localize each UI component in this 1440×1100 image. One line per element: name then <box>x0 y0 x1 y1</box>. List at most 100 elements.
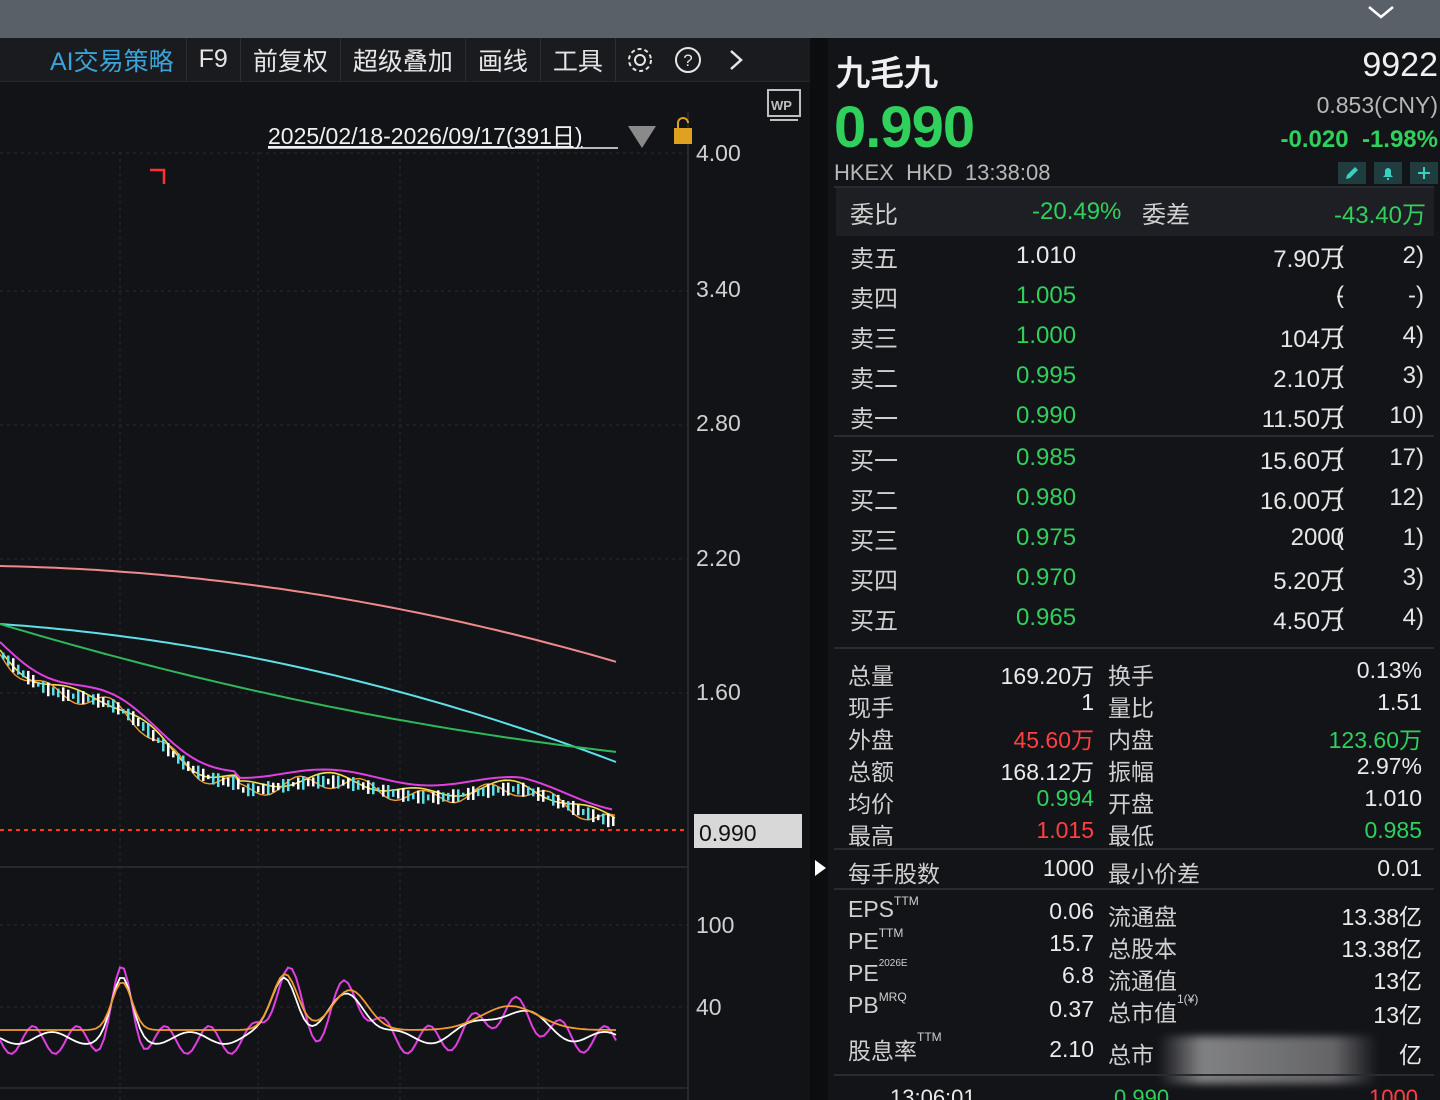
candle <box>212 772 215 785</box>
collapse-arrow-icon[interactable] <box>815 860 826 876</box>
candle <box>52 687 55 696</box>
level-volume: 5.20万 <box>1273 567 1344 595</box>
alert-button[interactable] <box>1374 162 1402 184</box>
current-price-tag: 0.990 <box>699 820 757 846</box>
chevron-down-icon[interactable] <box>1366 2 1396 22</box>
level-price: 0.990 <box>1016 402 1077 429</box>
candle <box>77 690 80 704</box>
price-axis-label: 4.00 <box>696 140 741 166</box>
candle <box>412 793 415 800</box>
range-dropdown-icon[interactable] <box>628 126 656 148</box>
toolbar-next-button[interactable] <box>712 38 760 82</box>
corner-marker <box>150 168 166 184</box>
candle <box>307 778 310 787</box>
bid-row[interactable]: 买五 0.965 4.50万(4) <box>836 598 1434 638</box>
candle <box>527 786 530 796</box>
candle <box>17 664 20 675</box>
candle <box>517 783 520 795</box>
ask-row[interactable]: 卖四 1.005-(-) <box>836 276 1434 316</box>
inner-label: 内盘 <box>1108 727 1154 753</box>
candle <box>207 774 210 780</box>
candle <box>447 792 450 801</box>
chart-toolbar: AI交易策略 F9 前复权 超级叠加 画线 工具 ? <box>0 37 810 82</box>
candle <box>437 790 440 805</box>
draw-button[interactable]: 画线 <box>466 37 541 82</box>
level-paren: ( <box>1336 322 1344 349</box>
ask-row[interactable]: 卖三 1.000 104万(4) <box>836 316 1434 356</box>
tools-button[interactable]: 工具 <box>541 37 616 82</box>
level-paren: ( <box>1336 604 1344 631</box>
candle <box>542 789 545 802</box>
open-label: 开盘 <box>1108 791 1154 817</box>
candle <box>322 776 325 787</box>
help-button[interactable]: ? <box>664 38 712 82</box>
panel-divider <box>810 38 828 1100</box>
turnover: 0.13% <box>1356 657 1422 683</box>
edit-button[interactable] <box>1338 162 1366 184</box>
low-price: 0.985 <box>1364 817 1422 843</box>
candle <box>162 738 165 752</box>
candle <box>357 780 360 790</box>
ask-row[interactable]: 卖二 0.995 2.10万(3) <box>836 356 1434 396</box>
lot-label: 每手股数 <box>848 861 940 887</box>
indicator-axis-label: 40 <box>696 994 722 1020</box>
price-axis-label: 2.80 <box>696 410 741 436</box>
candle <box>407 790 410 802</box>
bid-row[interactable]: 买二 0.980 16.00万(12) <box>836 478 1434 518</box>
add-watch-button[interactable] <box>1410 162 1438 184</box>
candle <box>197 765 200 780</box>
level-paren: ( <box>1336 282 1344 309</box>
candle <box>432 792 435 803</box>
exchange-line: HKEX HKD 13:38:08 <box>834 160 1050 186</box>
candle <box>427 794 430 801</box>
settings-button[interactable] <box>616 38 664 82</box>
outer-label: 外盘 <box>848 727 894 753</box>
tick-size-label: 最小价差 <box>1108 861 1200 887</box>
pb: 0.37 <box>1049 996 1094 1022</box>
ai-strategy-button[interactable]: AI交易策略 <box>0 37 187 82</box>
candle <box>237 778 240 790</box>
level-volume: 104万 <box>1279 325 1344 353</box>
current-hand: 1 <box>1081 689 1094 715</box>
candle <box>92 694 95 705</box>
total-volume: 169.20万 <box>1000 663 1094 689</box>
gear-icon <box>627 47 652 72</box>
bid-row[interactable]: 买一 0.985 15.60万(17) <box>836 438 1434 478</box>
wp-badge: WP <box>771 98 792 113</box>
candle <box>367 780 370 794</box>
candle <box>87 695 90 702</box>
level-label: 买五 <box>850 607 898 635</box>
ask-row[interactable]: 卖一 0.990 11.50万(10) <box>836 396 1434 436</box>
candle <box>397 789 400 799</box>
bid-row[interactable]: 买四 0.970 5.20万(3) <box>836 558 1434 598</box>
candle <box>7 655 10 666</box>
candle <box>117 702 120 715</box>
level-volume: 15.60万 <box>1259 447 1344 475</box>
candle <box>227 777 230 787</box>
bell-icon <box>1383 168 1393 180</box>
f9-button[interactable]: F9 <box>187 37 241 82</box>
overlay-button[interactable]: 超级叠加 <box>341 37 466 82</box>
level-volume: 16.00万 <box>1259 487 1344 515</box>
level-volume: 4.50万 <box>1273 607 1344 635</box>
level-label: 买二 <box>850 487 898 515</box>
candle <box>482 786 485 797</box>
date-range-label[interactable]: 2025/02/18-2026/09/17(391日) <box>268 123 583 149</box>
quote-time: 13:38:08 <box>964 160 1051 185</box>
currency: HKD <box>906 160 953 185</box>
pe-forward: 6.8 <box>1062 962 1094 988</box>
exchange: HKEX <box>834 160 894 185</box>
ask-row[interactable]: 卖五 1.010 7.90万(2) <box>836 236 1434 276</box>
candle <box>492 784 495 796</box>
level-price: 1.005 <box>1016 282 1077 309</box>
chart-canvas[interactable]: 4.00 3.40 2.80 2.20 1.60 0.990 100 40 20… <box>0 82 810 1100</box>
bid-row[interactable]: 买三 0.975 2000(1) <box>836 518 1434 558</box>
kline-chart[interactable]: 4.00 3.40 2.80 2.20 1.60 0.990 100 40 20… <box>0 82 810 1100</box>
level-count: 12) <box>1389 484 1424 511</box>
lock-icon[interactable] <box>674 128 692 144</box>
plus-icon <box>1418 167 1430 179</box>
candle <box>167 743 170 757</box>
eps: 0.06 <box>1049 898 1094 924</box>
candle <box>157 737 160 743</box>
adjust-button[interactable]: 前复权 <box>241 37 341 82</box>
